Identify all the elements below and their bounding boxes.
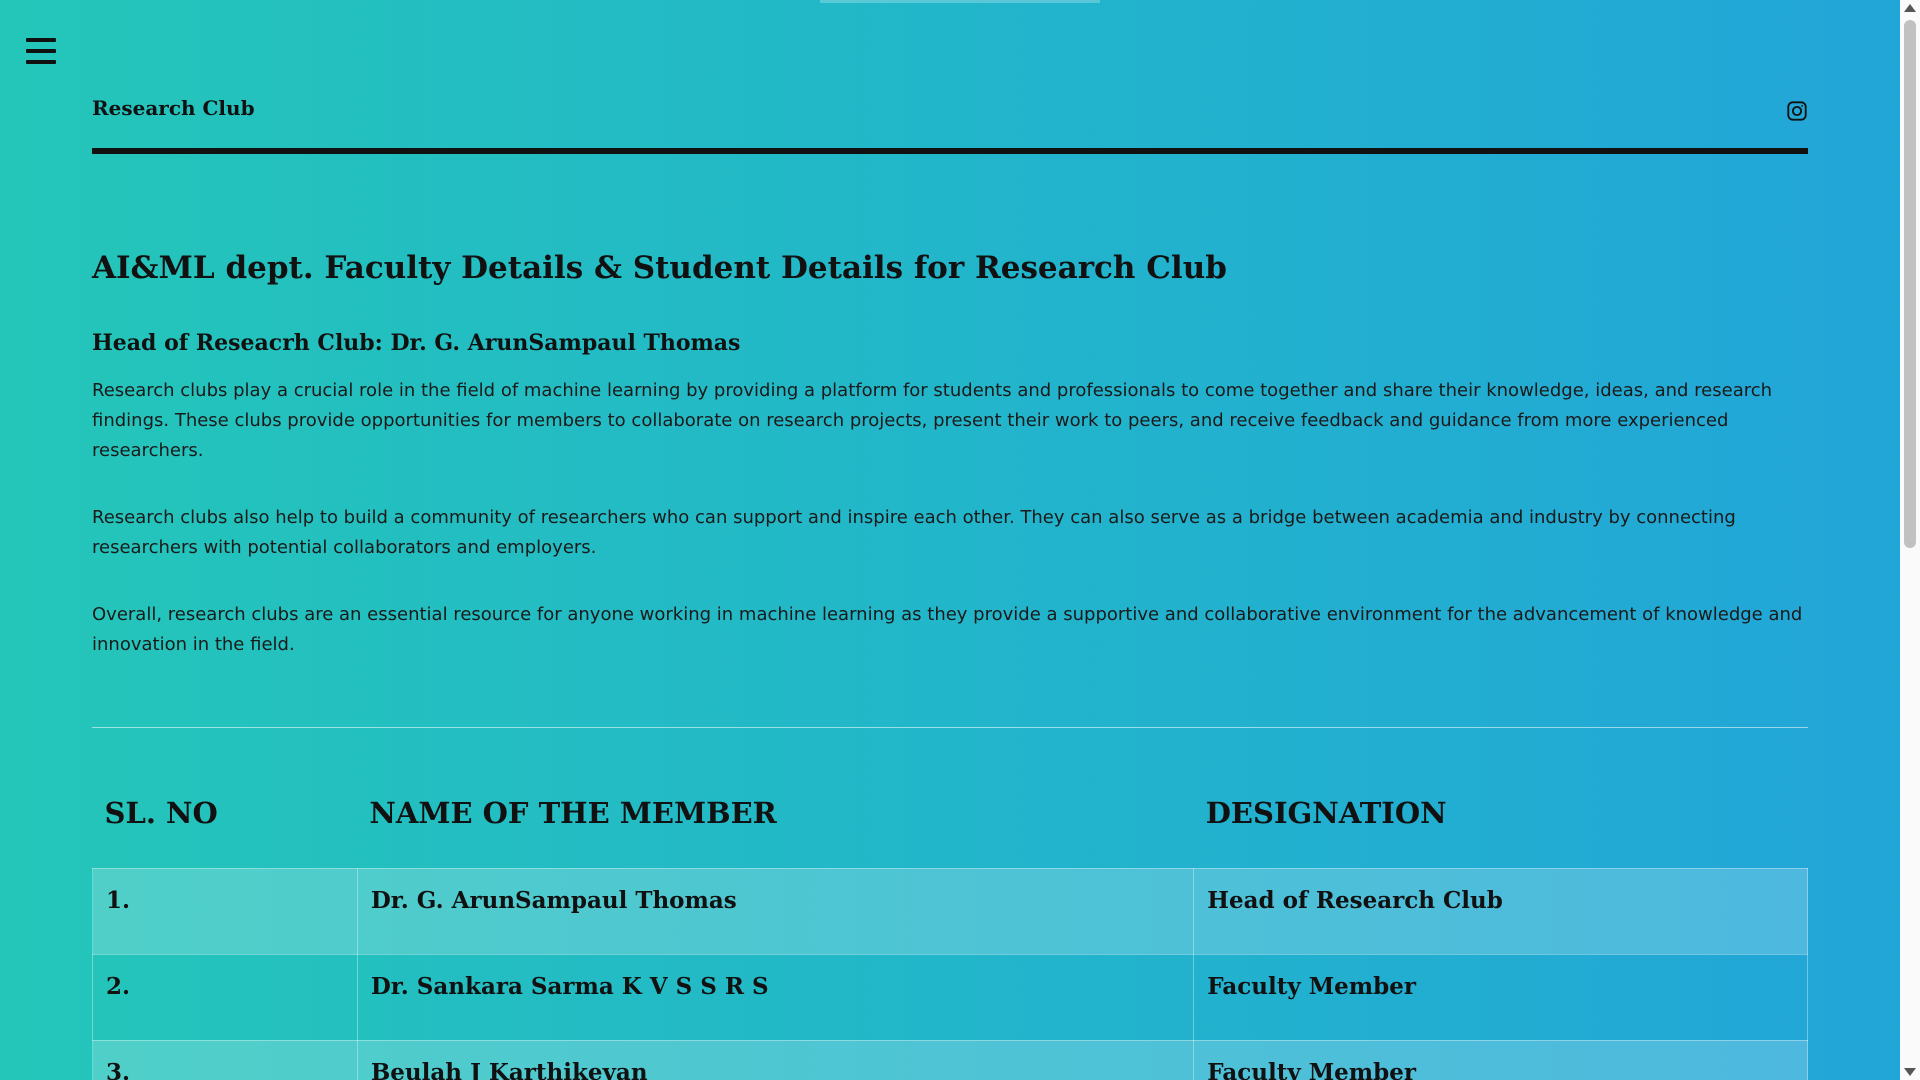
hamburger-menu-button[interactable] <box>26 38 56 64</box>
cell-sl-no: 2. <box>92 953 358 1041</box>
instagram-icon[interactable] <box>1786 100 1808 122</box>
summary-paragraph: Overall, research clubs are an essential… <box>92 604 1803 655</box>
section-divider <box>92 727 1808 728</box>
main-content: AI&ML dept. Faculty Details & Student De… <box>92 248 1808 1080</box>
top-glow-decoration <box>820 0 1100 3</box>
cell-designation: Faculty Member <box>1193 953 1808 1041</box>
menu-bar <box>26 38 56 42</box>
community-paragraph: Research clubs also help to build a comm… <box>92 507 1736 558</box>
cell-designation: Faculty Member <box>1193 1039 1808 1080</box>
scrollbar-thumb[interactable] <box>1904 20 1916 548</box>
column-header-designation: DESIGNATION <box>1205 795 1447 830</box>
menu-bar <box>26 49 56 53</box>
cell-sl-no: 3. <box>92 1039 358 1080</box>
column-header-sl-no: SL. NO <box>104 795 218 830</box>
table-row: 1. Dr. G. ArunSampaul Thomas Head of Res… <box>92 867 1808 955</box>
cell-sl-no: 1. <box>92 867 358 955</box>
cell-member-name: Dr. Sankara Sarma K V S S R S <box>356 953 1195 1041</box>
vertical-scrollbar[interactable] <box>1900 0 1920 1080</box>
page-subtitle: Head of Reseacrh Club: Dr. G. ArunSampau… <box>92 330 741 356</box>
intro-paragraph: Research clubs play a crucial role in th… <box>92 380 1773 461</box>
page-title: AI&ML dept. Faculty Details & Student De… <box>92 250 1227 286</box>
scroll-down-arrow-icon[interactable] <box>1904 1068 1916 1076</box>
table-row: 2. Dr. Sankara Sarma K V S S R S Faculty… <box>92 953 1808 1041</box>
cell-member-name: Dr. G. ArunSampaul Thomas <box>356 867 1195 955</box>
table-header-row: SL. NO NAME OF THE MEMBER DESIGNATION <box>93 758 1808 868</box>
site-title[interactable]: Research Club <box>92 96 255 120</box>
cell-designation: Head of Research Club <box>1193 867 1808 955</box>
table-row: 3. Beulah J Karthikeyan Faculty Member <box>92 1039 1808 1080</box>
site-header: Research Club <box>92 92 1808 154</box>
menu-bar <box>26 60 56 64</box>
cell-member-name: Beulah J Karthikeyan <box>356 1039 1195 1080</box>
members-table: SL. NO NAME OF THE MEMBER DESIGNATION 1.… <box>92 758 1808 1080</box>
column-header-name: NAME OF THE MEMBER <box>369 795 777 830</box>
scroll-up-arrow-icon[interactable] <box>1904 4 1916 12</box>
